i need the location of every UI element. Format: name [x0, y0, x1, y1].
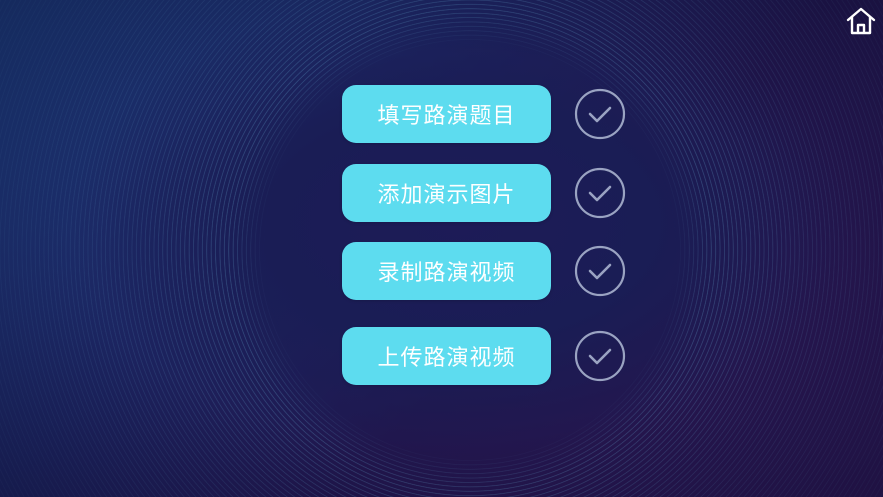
check-circle-icon: [574, 88, 626, 140]
check-circle-icon: [574, 330, 626, 382]
step-list: 填写路演题目 添加演示图片 录制路演视频 上传路演视频: [0, 0, 883, 497]
step-record-video-button[interactable]: 录制路演视频: [342, 242, 551, 300]
check-circle-icon: [574, 245, 626, 297]
step-upload-video-button[interactable]: 上传路演视频: [342, 327, 551, 385]
check-circle-icon: [574, 167, 626, 219]
step-row: 添加演示图片: [342, 164, 632, 222]
step-row: 上传路演视频: [342, 327, 632, 385]
step-add-images-button[interactable]: 添加演示图片: [342, 164, 551, 222]
step-fill-title-button[interactable]: 填写路演题目: [342, 85, 551, 143]
step-row: 填写路演题目: [342, 85, 632, 143]
step-row: 录制路演视频: [342, 242, 632, 300]
